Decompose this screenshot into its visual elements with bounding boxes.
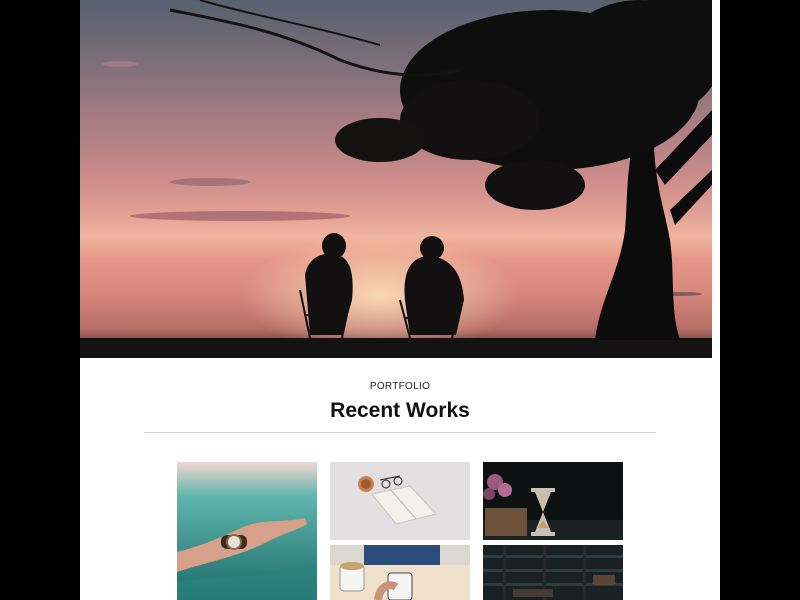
work-thumb-2[interactable] bbox=[330, 462, 470, 540]
hourglass-image bbox=[483, 462, 623, 540]
section-eyebrow: PORTFOLIO bbox=[369, 381, 431, 392]
work-thumb-3[interactable] bbox=[483, 462, 623, 540]
book-and-glasses-image bbox=[330, 462, 470, 540]
section-divider bbox=[144, 432, 656, 433]
work-thumb-1[interactable] bbox=[177, 462, 317, 600]
page-container: PORTFOLIO Recent Works bbox=[80, 0, 720, 600]
hero-image bbox=[80, 0, 712, 358]
phone-and-mug-image bbox=[330, 545, 470, 600]
work-thumb-4[interactable] bbox=[330, 545, 470, 600]
dark-interior-image bbox=[483, 545, 623, 600]
hero-silhouette-illustration bbox=[80, 0, 712, 358]
hand-in-water-image bbox=[177, 462, 317, 600]
section-title: Recent Works bbox=[330, 399, 470, 422]
work-thumb-5[interactable] bbox=[483, 545, 623, 600]
